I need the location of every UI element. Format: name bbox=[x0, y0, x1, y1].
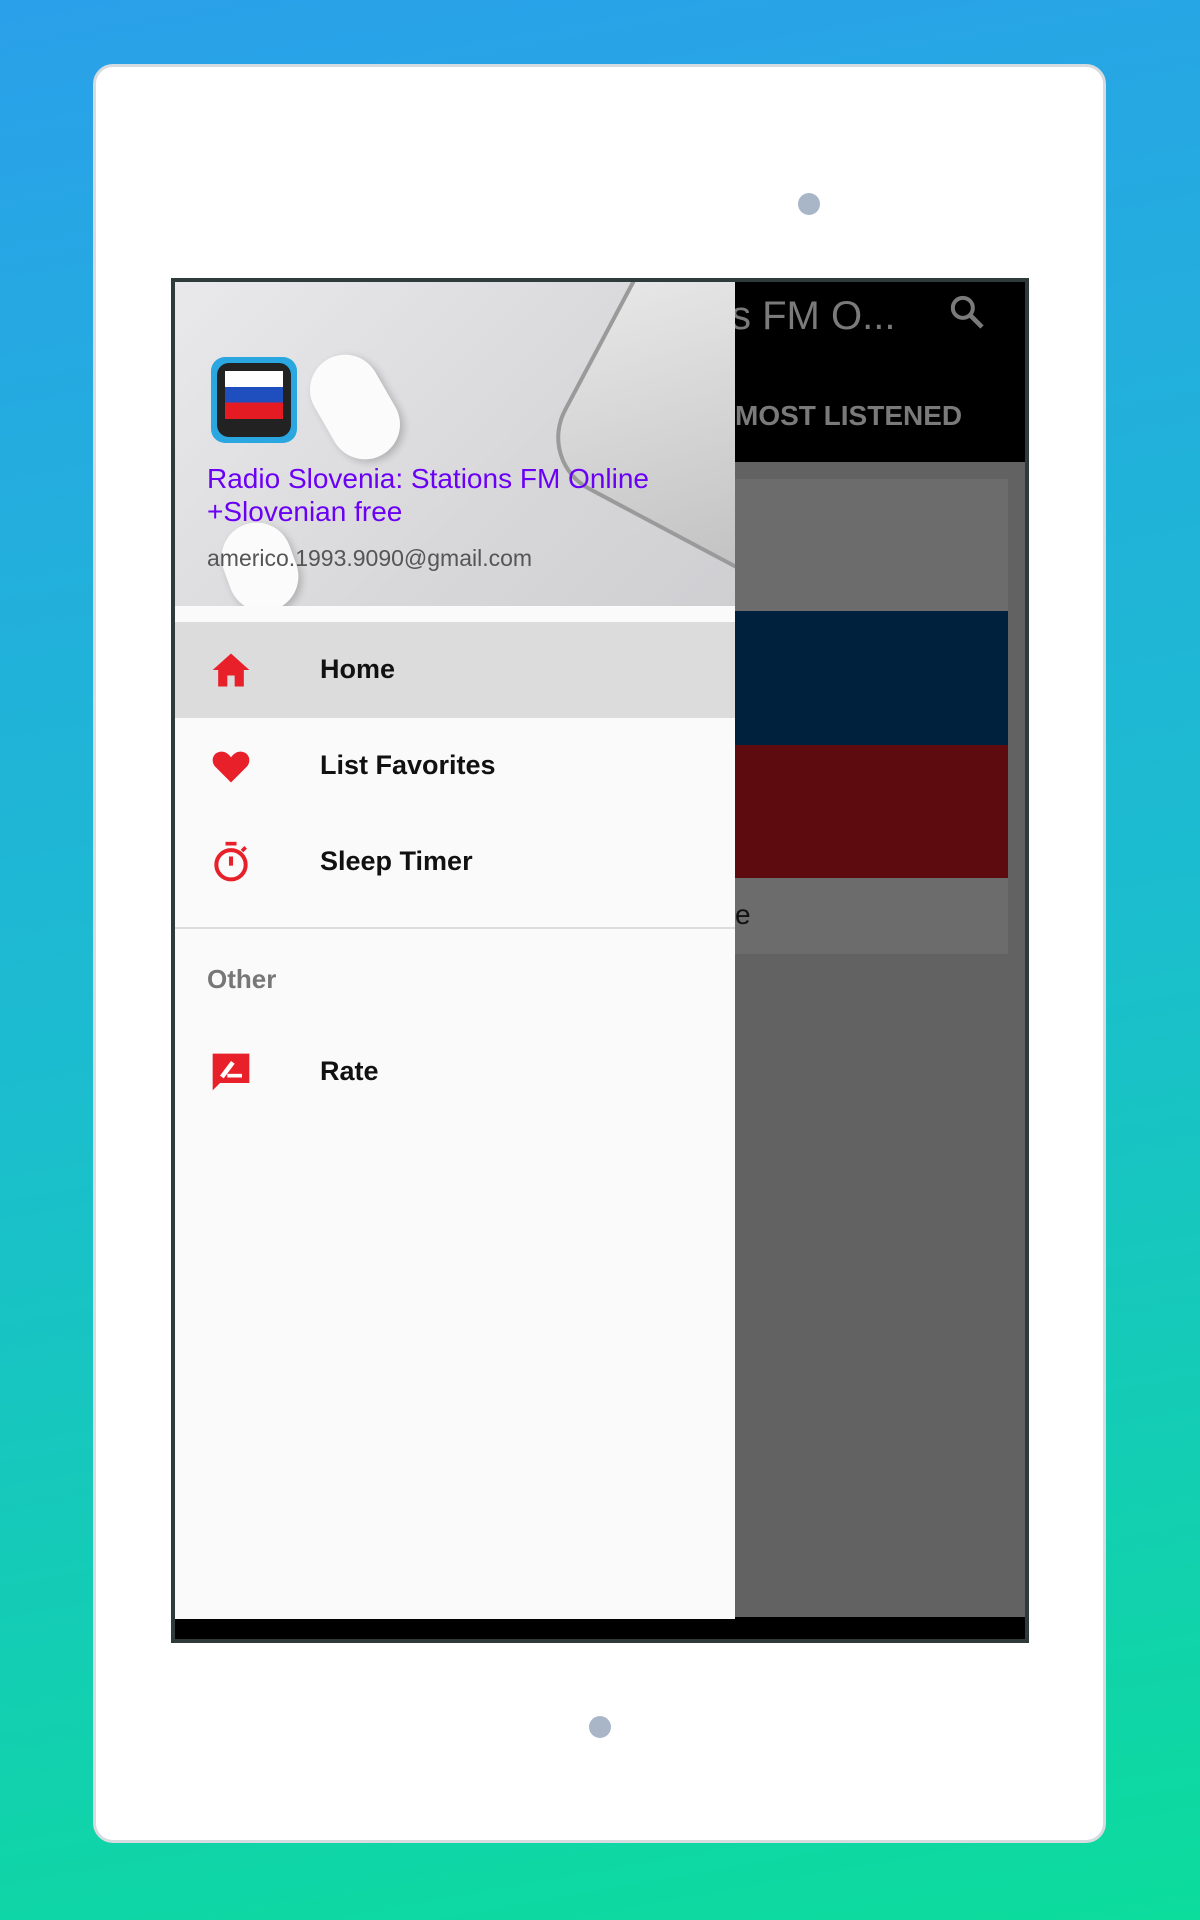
drawer-item-label: List Favorites bbox=[320, 750, 496, 780]
app-name: Radio Slovenia: Stations FM Online +Slov… bbox=[207, 463, 649, 527]
drawer-header: Radio Slovenia: Stations FM Online +Slov… bbox=[175, 282, 735, 606]
drawer-item-label: Rate bbox=[320, 1056, 379, 1086]
home-icon bbox=[212, 653, 250, 687]
rate-icon bbox=[212, 1053, 250, 1091]
navigation-bar bbox=[175, 1617, 1025, 1639]
home-sensor-dot bbox=[589, 1716, 611, 1738]
drawer-item-sleep-timer[interactable]: Sleep Timer bbox=[175, 814, 735, 910]
tab-most-listened[interactable]: MOST LISTENED bbox=[735, 400, 962, 432]
drawer-item-label: Sleep Timer bbox=[320, 846, 473, 876]
station-name: e bbox=[735, 899, 751, 930]
heart-icon bbox=[212, 751, 250, 783]
app-logo bbox=[211, 357, 297, 443]
drawer-item-favorites[interactable]: List Favorites bbox=[175, 718, 735, 814]
toolbar-title: s FM O... bbox=[731, 294, 896, 338]
drawer-item-home[interactable]: Home bbox=[175, 622, 735, 718]
search-icon[interactable] bbox=[947, 292, 987, 332]
header-phone-image bbox=[535, 282, 735, 604]
timer-icon bbox=[214, 841, 248, 882]
section-title-other: Other bbox=[207, 964, 277, 994]
drawer-divider bbox=[175, 927, 735, 929]
user-email: americo.1993.9090@gmail.com bbox=[207, 545, 533, 571]
device-screen: s FM O... MOST LISTENED e Radio Slovenia… bbox=[171, 278, 1029, 1643]
drawer-item-rate[interactable]: Rate bbox=[175, 1024, 735, 1120]
camera-dot bbox=[798, 193, 820, 215]
drawer-item-label: Home bbox=[320, 654, 396, 684]
flag-blue-band bbox=[735, 611, 1008, 745]
navigation-drawer: Radio Slovenia: Stations FM Online +Slov… bbox=[175, 282, 735, 1619]
flag-red-band bbox=[735, 745, 1008, 878]
station-card[interactable]: e bbox=[735, 479, 1008, 954]
header-earbud-image bbox=[297, 341, 413, 473]
